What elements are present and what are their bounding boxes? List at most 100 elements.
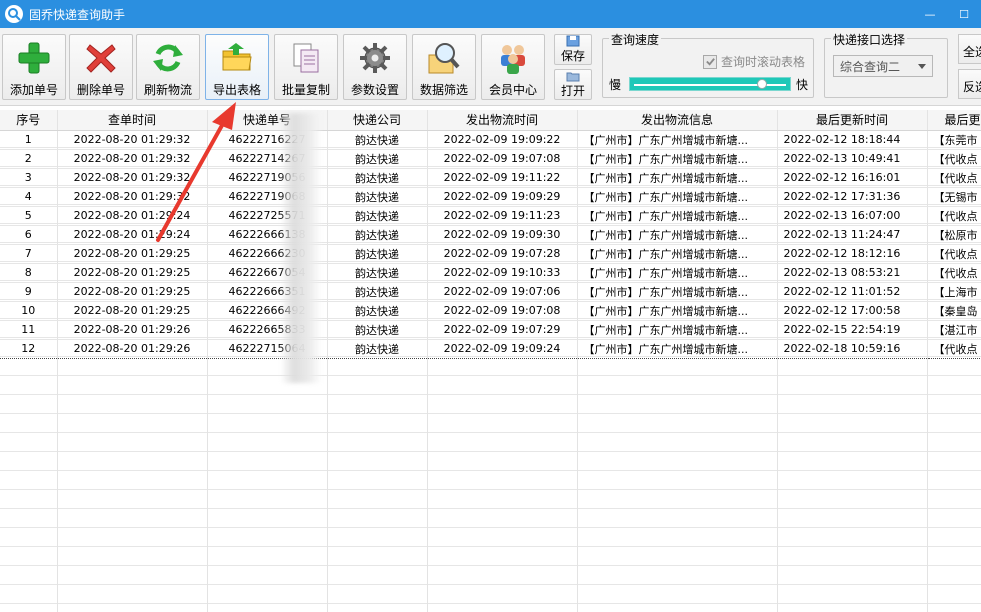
cell-col-ship-info: 【广州市】广东广州增城市新塘...: [577, 282, 778, 302]
refresh-icon: [153, 44, 183, 72]
add-tracking-button[interactable]: 添加单号: [2, 34, 66, 100]
cell-col-last-update-info: 【东莞市: [927, 130, 981, 150]
cell-col-ship-time: 2022-02-09 19:11:22: [427, 168, 578, 188]
fast-label: 快: [796, 78, 809, 92]
cell-col-last-update-time: 2022-02-12 18:18:44: [777, 130, 928, 150]
cell-col-ship-time: 2022-02-09 19:07:08: [427, 149, 578, 169]
cell-col-ship-info: 【广州市】广东广州增城市新塘...: [577, 130, 778, 150]
cell-col-tracking-number: 46222715064: [207, 338, 328, 359]
cell-col-ship-time: 2022-02-09 19:11:23: [427, 206, 578, 226]
cell-col-last-update-info: 【无锡市: [927, 187, 981, 207]
cell-col-ship-info: 【广州市】广东广州增城市新塘...: [577, 206, 778, 226]
cell-col-tracking-number: 46222666230: [207, 244, 328, 264]
cell-col-tracking-number: 46222666138: [207, 225, 328, 245]
cell-col-last-update-info: 【代收点: [927, 149, 981, 169]
cell-col-ship-info: 【广州市】广东广州增城市新塘...: [577, 225, 778, 245]
cell-col-index: 6: [0, 225, 58, 245]
table-row[interactable]: 9 2022-08-20 01:29:25 46222666351 韵达快递 2022-…: [0, 282, 981, 302]
cell-col-ship-info: 【广州市】广东广州增城市新塘...: [577, 244, 778, 264]
cell-col-last-update-info: 【代收点: [927, 168, 981, 188]
cell-col-tracking-number: 46222666492: [207, 301, 328, 321]
cell-col-query-time: 2022-08-20 01:29:32: [57, 149, 208, 169]
magnifier-filter-icon: [428, 43, 460, 74]
cell-col-query-time: 2022-08-20 01:29:26: [57, 320, 208, 340]
app-logo-icon: [5, 5, 23, 23]
toolbar: 添加单号 删除单号 刷新物流 导出表格 批量复制 参数设置 数据筛选 会员中心 …: [0, 28, 981, 106]
api-select-title: 快递接口选择: [831, 31, 908, 48]
delete-tracking-button[interactable]: 删除单号: [69, 34, 133, 100]
member-center-label: 会员中心: [488, 83, 537, 97]
cell-col-index: 7: [0, 244, 58, 264]
data-filter-button[interactable]: 数据筛选: [412, 34, 476, 100]
cell-col-courier: 韵达快递: [327, 225, 428, 245]
header-col-query-time[interactable]: 查单时间: [57, 110, 208, 131]
export-table-button[interactable]: 导出表格: [205, 34, 269, 100]
batch-copy-label: 批量复制: [281, 83, 330, 97]
settings-button[interactable]: 参数设置: [343, 34, 407, 100]
query-speed-title: 查询速度: [609, 31, 662, 48]
table-row[interactable]: 11 2022-08-20 01:29:26 46222665833 韵达快递 2022…: [0, 320, 981, 340]
table-row[interactable]: 12 2022-08-20 01:29:26 46222715064 韵达快递 2022…: [0, 338, 981, 359]
cell-col-ship-time: 2022-02-09 19:09:24: [427, 338, 578, 359]
batch-copy-button[interactable]: 批量复制: [274, 34, 338, 100]
cell-col-index: 9: [0, 282, 58, 302]
cell-col-query-time: 2022-08-20 01:29:32: [57, 168, 208, 188]
cell-col-last-update-info: 【上海市: [927, 282, 981, 302]
api-select-group: 快递接口选择 综合查询二: [824, 31, 948, 98]
header-col-last-update-info[interactable]: 最后更新: [927, 110, 981, 131]
save-button[interactable]: 保存: [554, 34, 592, 65]
table-row[interactable]: 4 2022-08-20 01:29:32 46222719068 韵达快递 2022-…: [0, 187, 981, 207]
slider-thumb[interactable]: [757, 79, 768, 89]
table-row[interactable]: 8 2022-08-20 01:29:25 46222667054 韵达快递 2022-…: [0, 263, 981, 283]
table-row[interactable]: 10 2022-08-20 01:29:25 46222666492 韵达快递 2022…: [0, 301, 981, 321]
table-row[interactable]: 7 2022-08-20 01:29:25 46222666230 韵达快递 2022-…: [0, 244, 981, 264]
minimize-button[interactable]: —: [913, 0, 947, 28]
table-row[interactable]: 6 2022-08-20 01:29:24 46222666138 韵达快递 2022-…: [0, 225, 981, 245]
header-col-ship-time[interactable]: 发出物流时间: [427, 110, 578, 131]
table-row[interactable]: 5 2022-08-20 01:29:24 46222725571 韵达快递 2022-…: [0, 206, 981, 226]
api-select-dropdown[interactable]: 综合查询二: [833, 55, 933, 77]
cell-col-last-update-time: 2022-02-13 11:24:47: [777, 225, 928, 245]
header-col-courier[interactable]: 快递公司: [327, 110, 428, 131]
header-col-index[interactable]: 序号: [0, 110, 58, 131]
cell-col-last-update-info: 【代收点: [927, 263, 981, 283]
cell-col-last-update-time: 2022-02-18 10:59:16: [777, 338, 928, 359]
scroll-table-checkbox[interactable]: 查询时滚动表格: [703, 53, 805, 70]
maximize-button[interactable]: ☐: [947, 0, 981, 28]
cell-col-tracking-number: 46222725571: [207, 206, 328, 226]
header-col-tracking-number[interactable]: 快递单号: [207, 110, 328, 131]
cell-col-ship-info: 【广州市】广东广州增城市新塘...: [577, 149, 778, 169]
cell-col-courier: 韵达快递: [327, 320, 428, 340]
table-row[interactable]: 1 2022-08-20 01:29:32 46222716227 韵达快递 2022-…: [0, 130, 981, 150]
invert-selection-button[interactable]: 反选: [958, 69, 981, 99]
cell-col-ship-info: 【广州市】广东广州增城市新塘...: [577, 320, 778, 340]
cell-col-query-time: 2022-08-20 01:29:26: [57, 338, 208, 359]
tracking-table-area[interactable]: 序号查单时间快递单号快递公司发出物流时间发出物流信息最后更新时间最后更新 120…: [0, 110, 981, 612]
cell-col-courier: 韵达快递: [327, 206, 428, 226]
cell-col-last-update-time: 2022-02-13 16:07:00: [777, 206, 928, 226]
cell-col-courier: 韵达快递: [327, 130, 428, 150]
add-tracking-label: 添加单号: [9, 83, 58, 97]
cell-col-last-update-time: 2022-02-12 18:12:16: [777, 244, 928, 264]
cell-col-last-update-info: 【松原市: [927, 225, 981, 245]
cell-col-ship-time: 2022-02-09 19:07:06: [427, 282, 578, 302]
open-button[interactable]: 打开: [554, 69, 592, 100]
select-all-button[interactable]: 全选: [958, 34, 981, 64]
cell-col-last-update-info: 【湛江市: [927, 320, 981, 340]
cell-col-ship-time: 2022-02-09 19:07:08: [427, 301, 578, 321]
folder-export-icon: [222, 43, 252, 71]
header-col-last-update-time[interactable]: 最后更新时间: [777, 110, 928, 131]
cell-col-last-update-time: 2022-02-12 17:00:58: [777, 301, 928, 321]
gear-icon: [360, 43, 390, 73]
cell-col-last-update-info: 【秦皇岛: [927, 301, 981, 321]
query-speed-slider[interactable]: [629, 77, 791, 91]
cell-col-index: 2: [0, 149, 58, 169]
table-row[interactable]: 3 2022-08-20 01:29:32 46222719056 韵达快递 2022-…: [0, 168, 981, 188]
header-col-ship-info[interactable]: 发出物流信息: [577, 110, 778, 131]
member-center-button[interactable]: 会员中心: [481, 34, 545, 100]
refresh-logistics-button[interactable]: 刷新物流: [136, 34, 200, 100]
cell-col-ship-time: 2022-02-09 19:07:28: [427, 244, 578, 264]
cell-col-ship-info: 【广州市】广东广州增城市新塘...: [577, 301, 778, 321]
table-row[interactable]: 2 2022-08-20 01:29:32 46222714267 韵达快递 2022-…: [0, 149, 981, 169]
cell-col-query-time: 2022-08-20 01:29:25: [57, 301, 208, 321]
